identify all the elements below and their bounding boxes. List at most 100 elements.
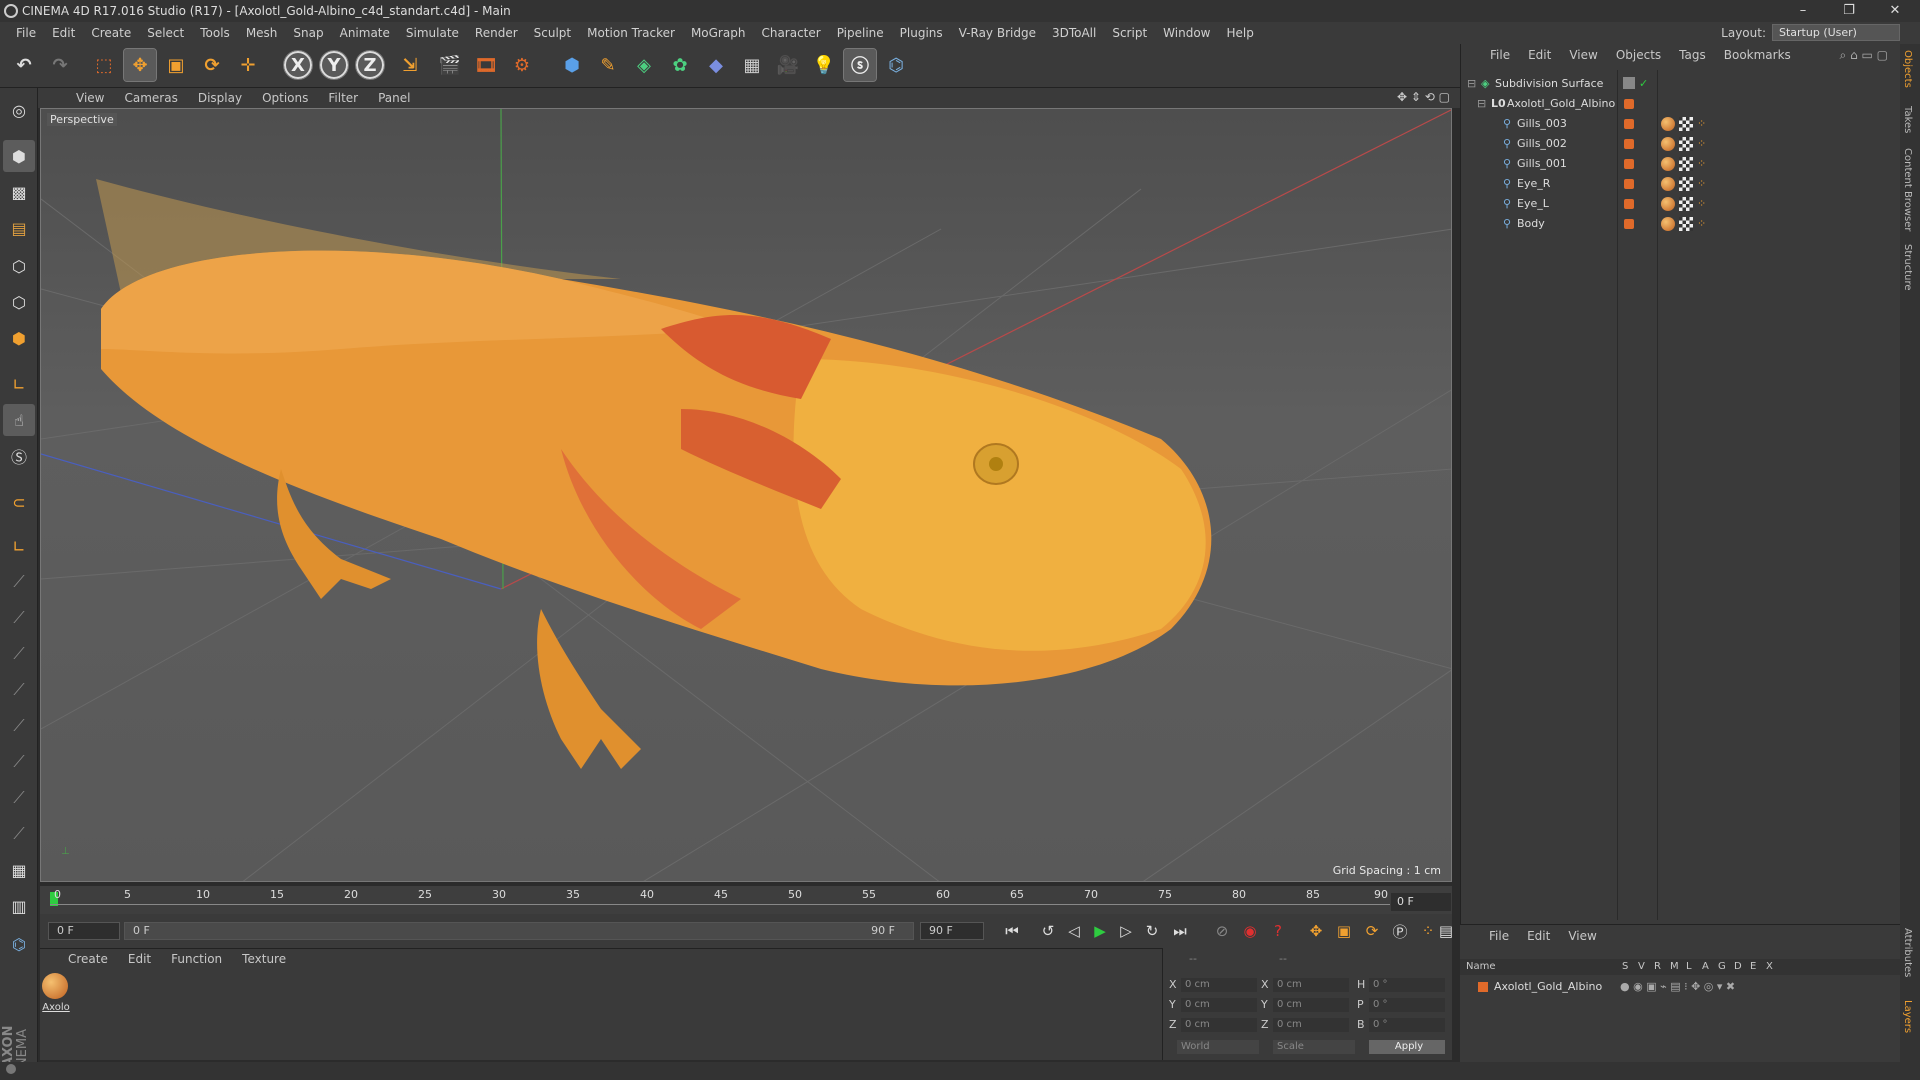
move-tool-icon[interactable]: ✥: [123, 48, 157, 82]
rotation-b-field[interactable]: 0 °: [1369, 1018, 1445, 1032]
layer-col-header[interactable]: M: [1670, 959, 1679, 975]
end-frame-field[interactable]: 90 F: [920, 922, 984, 940]
size-x-field[interactable]: 0 cm: [1273, 978, 1349, 992]
model-mode-icon[interactable]: ⬢: [3, 140, 35, 172]
preview-range-slider[interactable]: 0 F 90 F: [124, 922, 914, 940]
viewport-menu-view[interactable]: View: [66, 91, 114, 105]
texture-tag-icon[interactable]: [1679, 217, 1693, 231]
rotation-h-field[interactable]: 0 °: [1369, 978, 1445, 992]
material-tag-icon[interactable]: [1661, 217, 1675, 231]
close-button[interactable]: ✕: [1872, 0, 1918, 22]
menu-vray-bridge[interactable]: V-Ray Bridge: [951, 22, 1044, 44]
sculpt-brush-8-icon[interactable]: ⟋: [3, 818, 35, 850]
menu-edit[interactable]: Edit: [44, 22, 83, 44]
size-z-field[interactable]: 0 cm: [1273, 1018, 1349, 1032]
layer-color-swatch[interactable]: [1478, 982, 1488, 992]
texture-tag-icon[interactable]: [1679, 177, 1693, 191]
magnet-icon[interactable]: ⊂: [3, 486, 35, 518]
cloner-icon[interactable]: ✿: [664, 49, 696, 81]
subdivision-surface-icon[interactable]: ◈: [628, 49, 660, 81]
object-row-gills-001[interactable]: ⚲ Gills_001 ⁘: [1461, 154, 1901, 174]
layer-color-swatch[interactable]: [1624, 199, 1634, 209]
layer-col-header[interactable]: X: [1766, 959, 1773, 975]
redo-icon[interactable]: ↷: [44, 49, 76, 81]
3d-viewport[interactable]: Perspective ⊥ Grid Spacing : 1 cm: [40, 108, 1452, 882]
minimize-button[interactable]: –: [1780, 0, 1826, 22]
selection-tag-icon[interactable]: ⁘: [1697, 154, 1706, 174]
axolotl-model[interactable]: [96, 179, 1212, 769]
record-keys-icon[interactable]: ⊘: [1210, 920, 1234, 942]
floor-icon[interactable]: ▦: [736, 49, 768, 81]
texture-tag-icon[interactable]: [1679, 157, 1693, 171]
object-manager-nav-icons[interactable]: ⌕ ⌂ ▭ ▢: [1840, 48, 1888, 63]
axis-mode-icon[interactable]: ∟: [3, 368, 35, 400]
tab-structure[interactable]: Structure: [1902, 244, 1913, 291]
object-row-eye-r[interactable]: ⚲ Eye_R ⁘: [1461, 174, 1901, 194]
tab-attributes[interactable]: Attributes: [1902, 928, 1913, 977]
menu-window[interactable]: Window: [1155, 22, 1218, 44]
layer-color-swatch[interactable]: [1624, 139, 1634, 149]
layers-menu-edit[interactable]: Edit: [1518, 929, 1559, 943]
layout-dropdown[interactable]: Startup (User): [1772, 24, 1900, 41]
object-row-gills-003[interactable]: ⚲ Gills_003 ⁘: [1461, 114, 1901, 134]
menu-sculpt[interactable]: Sculpt: [526, 22, 579, 44]
next-key-icon[interactable]: ↻: [1140, 920, 1164, 942]
viewport-menu-cameras[interactable]: Cameras: [114, 91, 187, 105]
menu-snap[interactable]: Snap: [285, 22, 331, 44]
material-menu-create[interactable]: Create: [58, 952, 118, 966]
render-picture-viewer-icon[interactable]: 🎞: [470, 49, 502, 81]
workplane-snap-icon[interactable]: ▥: [3, 890, 35, 922]
texture-tag-icon[interactable]: [1679, 117, 1693, 131]
vray-icon[interactable]: ⓢ: [843, 48, 877, 82]
object-row-eye-l[interactable]: ⚲ Eye_L ⁘: [1461, 194, 1901, 214]
viewport-menu-display[interactable]: Display: [188, 91, 252, 105]
go-to-start-icon[interactable]: ⏮: [1000, 920, 1024, 942]
selection-tag-icon[interactable]: ⁘: [1697, 134, 1706, 154]
python-script-icon[interactable]: ⌬: [3, 928, 35, 960]
previous-frame-icon[interactable]: ◁: [1062, 920, 1086, 942]
position-key-icon[interactable]: ✥: [1304, 920, 1328, 942]
render-settings-icon[interactable]: ⚙: [506, 49, 538, 81]
timeline-ruler[interactable]: 0 5 10 15 20 25 30 35 40 45 50 55 60 65 …: [40, 886, 1452, 914]
next-frame-icon[interactable]: ▷: [1114, 920, 1138, 942]
material-tag-icon[interactable]: [1661, 137, 1675, 151]
selection-tag-icon[interactable]: ⁘: [1697, 174, 1706, 194]
cube-primitive-icon[interactable]: ⬢: [556, 49, 588, 81]
sculpt-brush-6-icon[interactable]: ⟋: [3, 746, 35, 778]
menu-motion-tracker[interactable]: Motion Tracker: [579, 22, 683, 44]
menu-pipeline[interactable]: Pipeline: [829, 22, 892, 44]
auto-keying-icon[interactable]: ◉: [1238, 920, 1262, 942]
position-x-field[interactable]: 0 cm: [1181, 978, 1257, 992]
sculpt-brush-4-icon[interactable]: ⟋: [3, 674, 35, 706]
parameter-key-icon[interactable]: Ⓟ: [1388, 920, 1412, 942]
material-tag-icon[interactable]: [1661, 197, 1675, 211]
y-axis-lock-button[interactable]: Y: [319, 50, 349, 80]
live-selection-icon[interactable]: ⬚: [88, 49, 120, 81]
scale-tool-icon[interactable]: ▣: [160, 49, 192, 81]
material-swatch[interactable]: Axolo: [42, 973, 70, 1013]
scale-key-icon[interactable]: ▣: [1332, 920, 1356, 942]
layers-menu-view[interactable]: View: [1559, 929, 1605, 943]
layer-col-header[interactable]: V: [1638, 959, 1645, 975]
tab-takes[interactable]: Takes: [1902, 106, 1913, 133]
points-mode-icon[interactable]: ⬡: [3, 250, 35, 282]
texture-tag-icon[interactable]: [1679, 137, 1693, 151]
tab-content-browser[interactable]: Content Browser: [1902, 148, 1913, 231]
sculpt-brush-7-icon[interactable]: ⟋: [3, 782, 35, 814]
rotation-p-field[interactable]: 0 °: [1369, 998, 1445, 1012]
menu-select[interactable]: Select: [139, 22, 192, 44]
collapse-icon[interactable]: ⊟: [1477, 94, 1486, 114]
menu-mograph[interactable]: MoGraph: [683, 22, 754, 44]
start-frame-field[interactable]: 0 F: [48, 922, 120, 940]
layer-toggle-icons[interactable]: ● ◉ ▣ ⌁ ▤ ⁝ ✥ ◎ ▾ ✖: [1620, 977, 1735, 997]
sculpt-brush-1-icon[interactable]: ⟋: [3, 566, 35, 598]
transform-tool-icon[interactable]: ✛: [232, 49, 264, 81]
menu-file[interactable]: File: [8, 22, 44, 44]
selection-tag-icon[interactable]: ⁘: [1697, 194, 1706, 214]
menu-help[interactable]: Help: [1218, 22, 1261, 44]
current-frame-field[interactable]: 0 F: [1391, 893, 1451, 911]
objects-menu-tags[interactable]: Tags: [1670, 48, 1715, 62]
render-view-icon[interactable]: 🎬: [434, 49, 466, 81]
deformer-icon[interactable]: ◆: [700, 49, 732, 81]
menu-render[interactable]: Render: [467, 22, 526, 44]
